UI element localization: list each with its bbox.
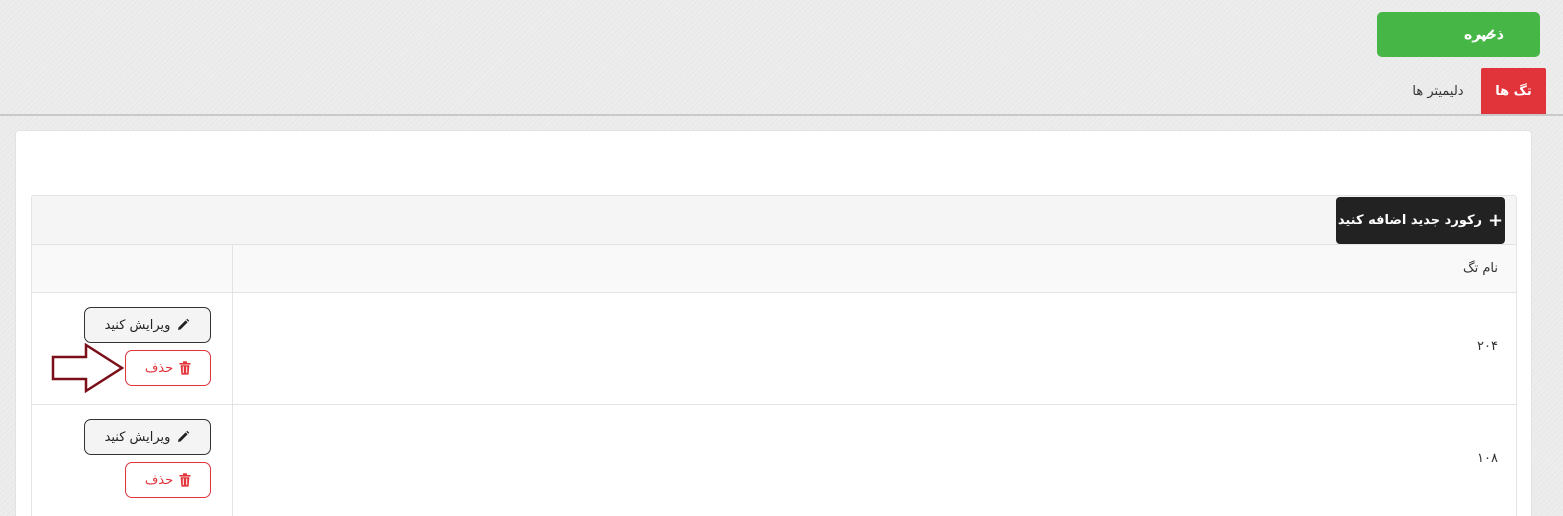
tab-delimiters-label: دلیمیتر ها (1412, 84, 1464, 99)
trash-icon (179, 473, 191, 487)
tab-tags[interactable]: تگ ها (1481, 68, 1546, 115)
save-button[interactable]: ذخیره (1377, 12, 1540, 57)
tag-name-cell: ۱۰۸ (1477, 451, 1498, 466)
edit-button[interactable]: ویرایش کنید (84, 307, 211, 343)
pencil-icon (178, 318, 190, 330)
add-record-label: رکورد جدید اضافه کنید (1337, 213, 1483, 228)
column-divider (232, 245, 233, 292)
plus-icon: + (1488, 209, 1504, 231)
check-icon (1478, 29, 1494, 41)
table-row: ۱۰۸ ویرایش کنید حذف (32, 404, 1516, 516)
column-divider (232, 293, 233, 404)
trash-icon (179, 361, 191, 375)
delete-button-label: حذف (144, 472, 174, 488)
table-row: ۲۰۴ ویرایش کنید حذف (32, 292, 1516, 404)
edit-button[interactable]: ویرایش کنید (84, 419, 211, 455)
pencil-icon (178, 430, 190, 442)
tab-delimiters[interactable]: دلیمیتر ها (1395, 68, 1481, 115)
panel-header: + رکورد جدید اضافه کنید (32, 196, 1516, 244)
tabs-divider (0, 114, 1563, 116)
tags-panel: + رکورد جدید اضافه کنید نام تگ ۲۰۴ ویرای… (31, 195, 1517, 516)
table-header-row: نام تگ (32, 244, 1516, 292)
column-divider (232, 405, 233, 516)
tab-tags-label: تگ ها (1495, 84, 1532, 99)
edit-button-label: ویرایش کنید (104, 317, 171, 333)
add-record-button[interactable]: + رکورد جدید اضافه کنید (1336, 197, 1505, 244)
delete-button[interactable]: حذف (125, 462, 211, 498)
tag-name-cell: ۲۰۴ (1477, 339, 1498, 354)
annotation-arrow-icon (51, 343, 125, 394)
edit-button-label: ویرایش کنید (104, 429, 171, 445)
delete-button[interactable]: حذف (125, 350, 211, 386)
column-header-tag-name: نام تگ (1462, 261, 1498, 276)
delete-button-label: حذف (144, 360, 174, 376)
